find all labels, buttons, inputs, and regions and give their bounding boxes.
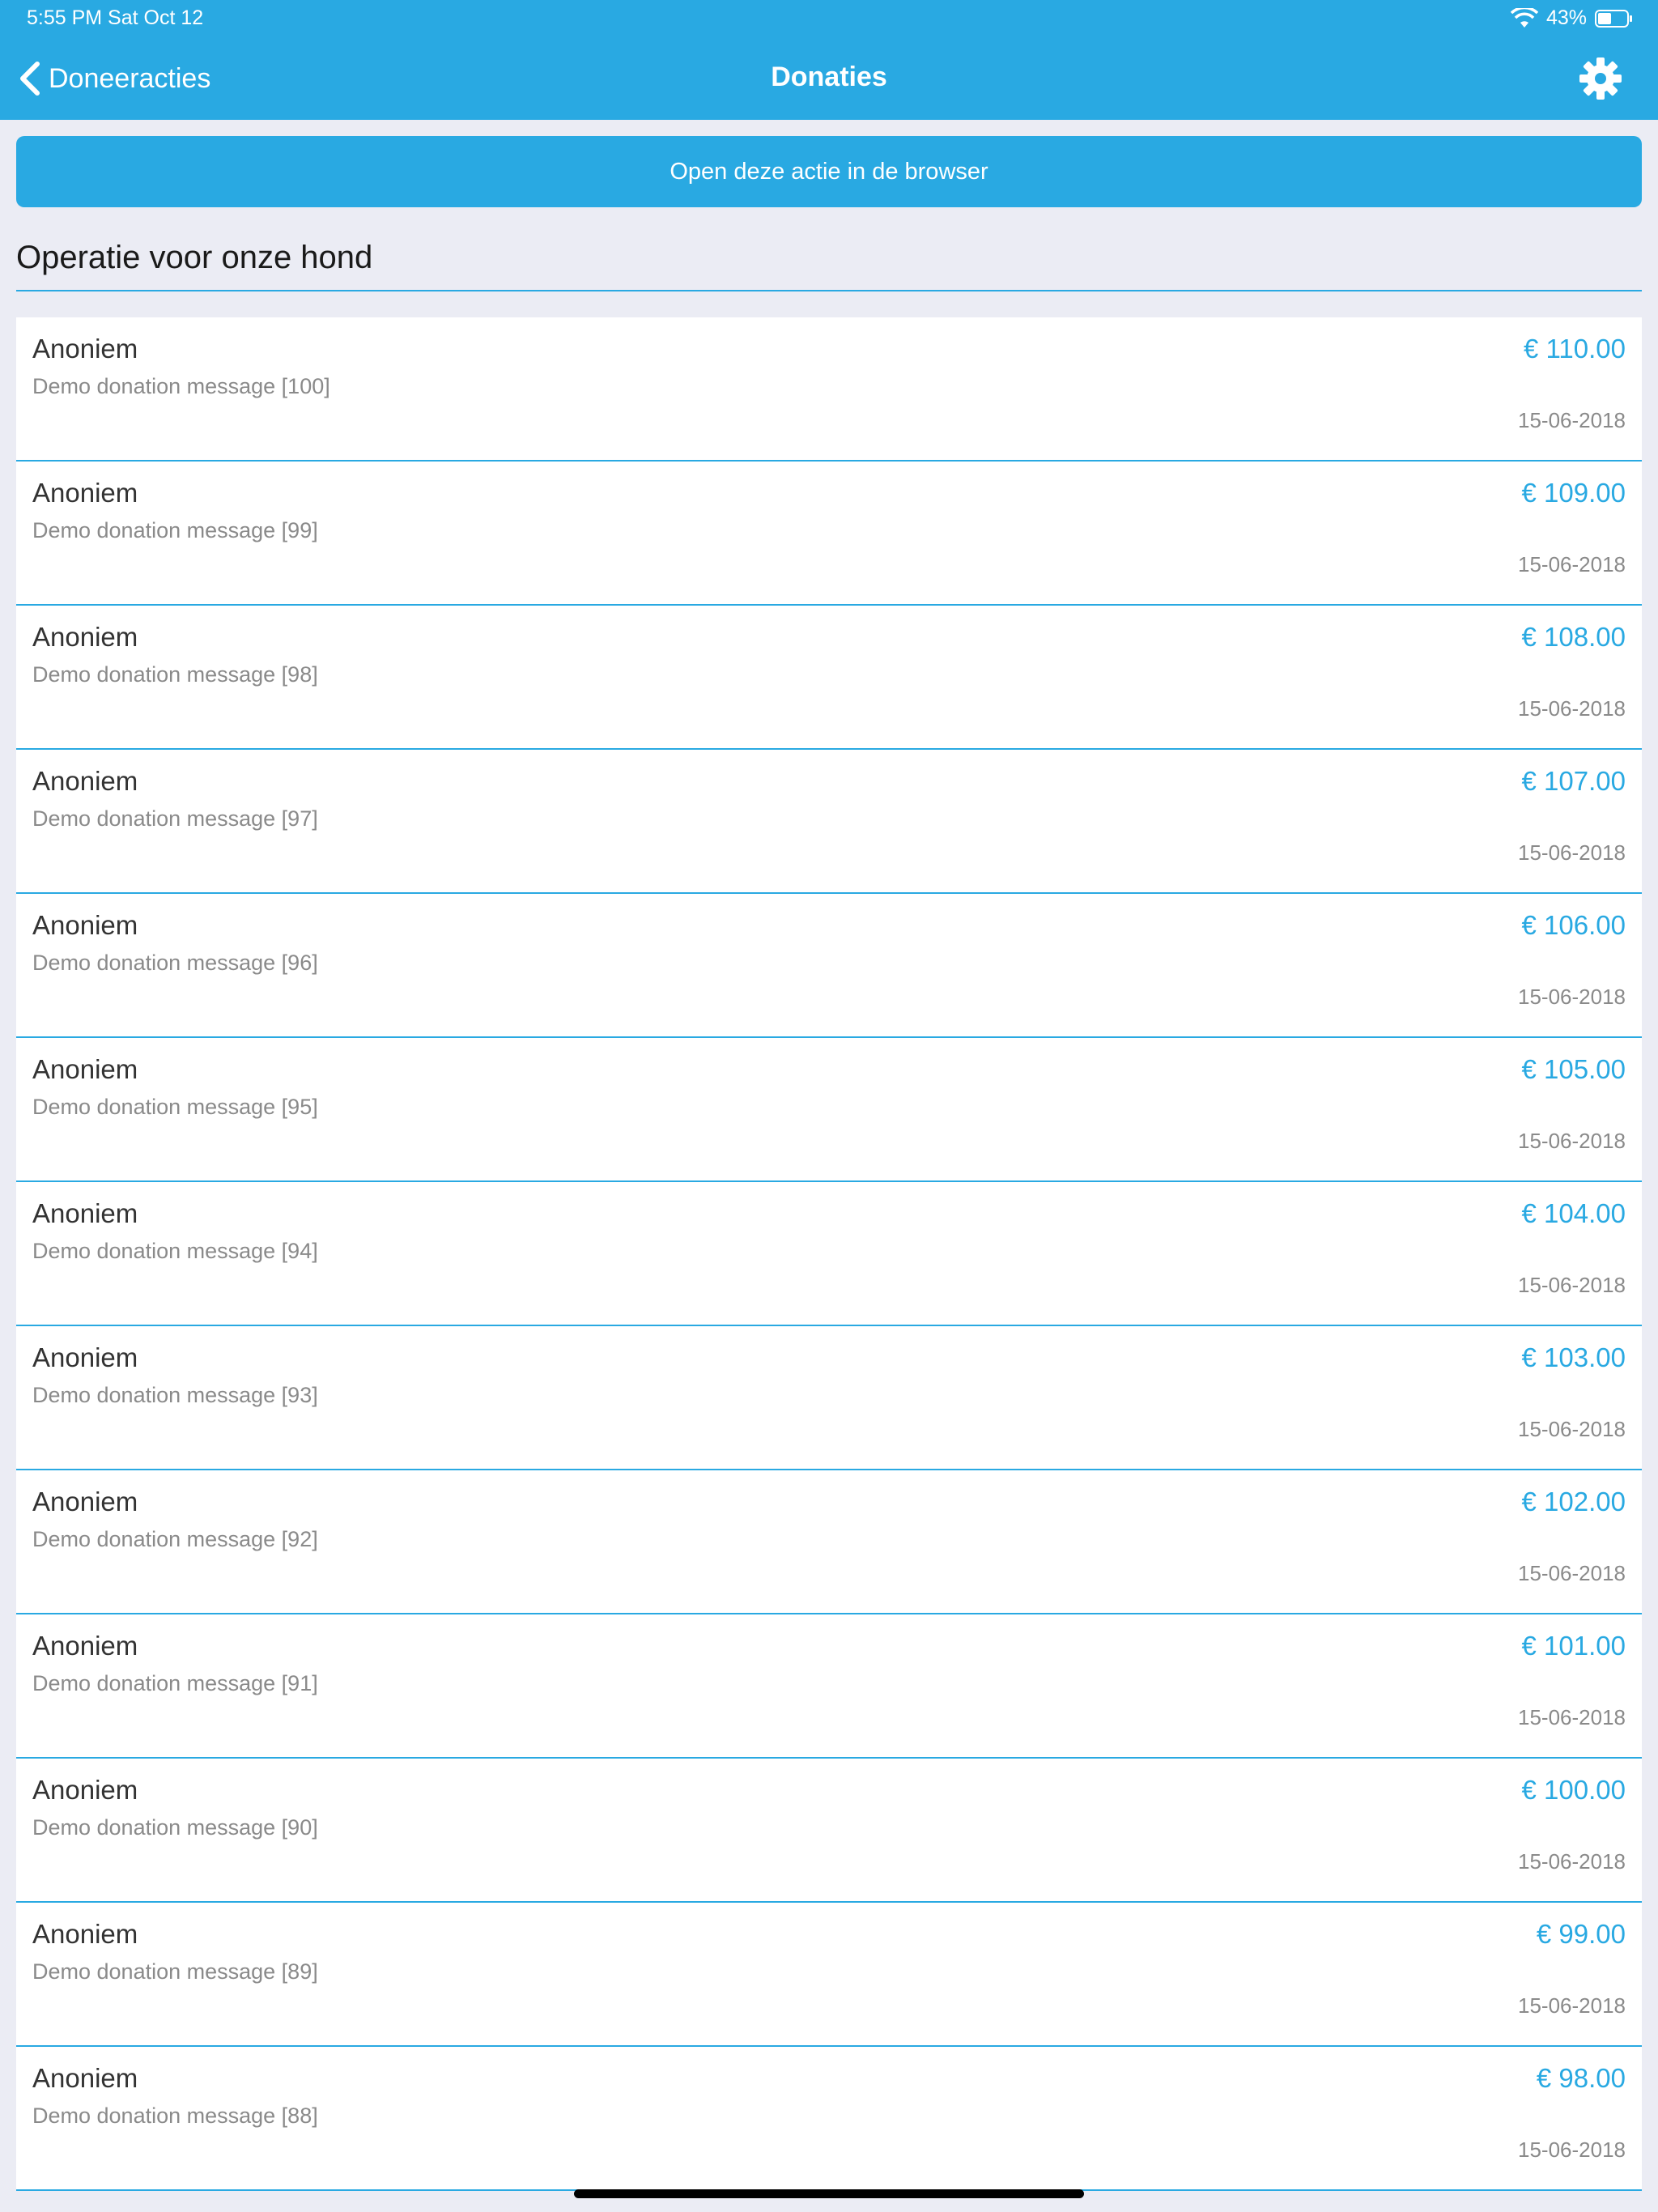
donation-amount: € 101.00 xyxy=(1521,1631,1626,1661)
donation-amount: € 105.00 xyxy=(1521,1054,1626,1084)
donation-date: 15-06-2018 xyxy=(1518,1705,1626,1729)
donation-date: 15-06-2018 xyxy=(1518,840,1626,865)
donation-date: 15-06-2018 xyxy=(1518,985,1626,1009)
donation-message: Demo donation message [92] xyxy=(32,1527,318,1551)
donation-message: Demo donation message [91] xyxy=(32,1671,318,1695)
donation-amount: € 98.00 xyxy=(1536,2063,1626,2093)
gear-icon[interactable] xyxy=(1579,57,1622,100)
donation-date: 15-06-2018 xyxy=(1518,1993,1626,2018)
section-title: Operatie voor onze hond xyxy=(16,240,373,275)
open-in-browser-button[interactable]: Open deze actie in de browser xyxy=(16,136,1642,207)
donation-row[interactable]: Anoniem Demo donation message [96] € 106.0… xyxy=(16,894,1642,1038)
donor-name: Anoniem xyxy=(32,1054,138,1084)
donation-message: Demo donation message [88] xyxy=(32,2104,318,2128)
donor-name: Anoniem xyxy=(32,1487,138,1516)
donation-amount: € 103.00 xyxy=(1521,1342,1626,1372)
donation-amount: € 104.00 xyxy=(1521,1198,1626,1228)
donation-date: 15-06-2018 xyxy=(1518,2138,1626,2162)
donor-name: Anoniem xyxy=(32,1919,138,1949)
donation-row[interactable]: Anoniem Demo donation message [89] € 99.00… xyxy=(16,1903,1642,2047)
home-indicator[interactable] xyxy=(574,2189,1084,2198)
donation-amount: € 110.00 xyxy=(1523,334,1626,364)
donation-date: 15-06-2018 xyxy=(1518,1273,1626,1297)
section-divider xyxy=(16,290,1642,291)
donation-row[interactable]: Anoniem Demo donation message [99] € 109.0… xyxy=(16,462,1642,606)
donation-message: Demo donation message [97] xyxy=(32,806,318,831)
donation-amount: € 100.00 xyxy=(1521,1775,1626,1805)
donation-message: Demo donation message [100] xyxy=(32,374,330,398)
donation-row[interactable]: Anoniem Demo donation message [98] € 108.0… xyxy=(16,606,1642,750)
donation-date: 15-06-2018 xyxy=(1518,1561,1626,1585)
donor-name: Anoniem xyxy=(32,910,138,940)
donation-message: Demo donation message [90] xyxy=(32,1815,318,1840)
donation-row[interactable]: Anoniem Demo donation message [95] € 105.0… xyxy=(16,1038,1642,1182)
donor-name: Anoniem xyxy=(32,766,138,796)
wifi-icon xyxy=(1510,7,1538,28)
battery-icon xyxy=(1595,9,1632,28)
donation-amount: € 99.00 xyxy=(1536,1919,1626,1949)
status-indicators: 43% xyxy=(1510,6,1634,30)
donor-name: Anoniem xyxy=(32,1342,138,1372)
donor-name: Anoniem xyxy=(32,1775,138,1805)
donation-date: 15-06-2018 xyxy=(1518,1129,1626,1153)
donor-name: Anoniem xyxy=(32,1198,138,1228)
donation-message: Demo donation message [94] xyxy=(32,1239,318,1263)
donation-amount: € 109.00 xyxy=(1521,478,1626,508)
status-time: 5:55 PM Sat Oct 12 xyxy=(27,6,204,29)
donation-row[interactable]: Anoniem Demo donation message [100] € 110.… xyxy=(16,317,1642,462)
donation-list[interactable]: Anoniem Demo donation message [100] € 110.… xyxy=(16,317,1642,2191)
donation-row[interactable]: Anoniem Demo donation message [90] € 100.0… xyxy=(16,1759,1642,1903)
donation-message: Demo donation message [96] xyxy=(32,951,318,975)
donation-date: 15-06-2018 xyxy=(1518,1417,1626,1441)
donation-message: Demo donation message [99] xyxy=(32,518,318,542)
donation-row[interactable]: Anoniem Demo donation message [88] € 98.00… xyxy=(16,2047,1642,2191)
donation-row[interactable]: Anoniem Demo donation message [92] € 102.0… xyxy=(16,1470,1642,1614)
donation-date: 15-06-2018 xyxy=(1518,1849,1626,1874)
donation-row[interactable]: Anoniem Demo donation message [97] € 107.0… xyxy=(16,750,1642,894)
donor-name: Anoniem xyxy=(32,1631,138,1661)
donation-message: Demo donation message [95] xyxy=(32,1095,318,1119)
donor-name: Anoniem xyxy=(32,478,138,508)
donation-amount: € 107.00 xyxy=(1521,766,1626,796)
donation-amount: € 106.00 xyxy=(1521,910,1626,940)
donor-name: Anoniem xyxy=(32,2063,138,2093)
donation-date: 15-06-2018 xyxy=(1518,552,1626,576)
donation-row[interactable]: Anoniem Demo donation message [93] € 103.0… xyxy=(16,1326,1642,1470)
donation-date: 15-06-2018 xyxy=(1518,408,1626,432)
donation-row[interactable]: Anoniem Demo donation message [91] € 101.0… xyxy=(16,1614,1642,1759)
donation-message: Demo donation message [98] xyxy=(32,662,318,687)
donation-row[interactable]: Anoniem Demo donation message [94] € 104.0… xyxy=(16,1182,1642,1326)
battery-percentage: 43% xyxy=(1545,6,1587,29)
donation-message: Demo donation message [89] xyxy=(32,1959,318,1984)
donation-amount: € 108.00 xyxy=(1521,622,1626,652)
donor-name: Anoniem xyxy=(32,334,138,364)
donor-name: Anoniem xyxy=(32,622,138,652)
navigation-bar: 5:55 PM Sat Oct 12 43% Doneeracties Dona… xyxy=(0,0,1658,120)
donation-date: 15-06-2018 xyxy=(1518,696,1626,721)
donation-amount: € 102.00 xyxy=(1521,1487,1626,1516)
donation-message: Demo donation message [93] xyxy=(32,1383,318,1407)
page-title: Donaties xyxy=(771,62,887,92)
